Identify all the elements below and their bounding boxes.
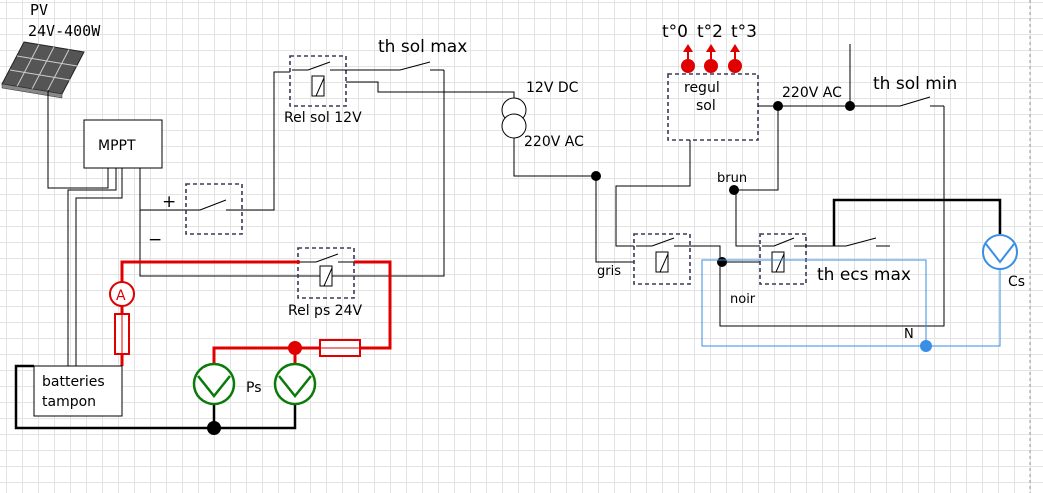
junction-dot: [717, 257, 727, 267]
relay-icon: [292, 61, 346, 97]
pump-icon: [982, 234, 1018, 270]
regul-label-1: regul: [684, 80, 720, 96]
relsol-to-transformer-wire: [346, 81, 515, 98]
junction-dot: [207, 421, 221, 435]
temp2-label: t°2: [697, 22, 723, 42]
brun-label: brun: [717, 171, 747, 186]
pump-icon: [273, 362, 317, 406]
relay-icon: [636, 237, 690, 273]
ac-220v-regul-label: 220V AC: [782, 85, 842, 101]
relay-icon: [762, 237, 806, 273]
junction-dot: [729, 185, 739, 195]
switch-icon: [845, 237, 890, 247]
neutral-junction: [920, 340, 932, 352]
red-loop-bottom: [212, 346, 320, 364]
temperature-sensor-icon: [681, 44, 695, 73]
th-sol-max-return: [300, 70, 445, 277]
solar-panel-icon: [1, 41, 85, 99]
relay-icon: [300, 253, 354, 287]
diagram-canvas: PV 24V-400W MPPT + − Rel sol 12V th sol …: [0, 0, 1043, 493]
ac-220v-transformer-label: 220V AC: [524, 134, 584, 150]
minus-rail: [139, 210, 300, 277]
pv-rating: 24V-400W: [28, 22, 101, 40]
switch-icon: [188, 199, 244, 211]
batteries-label-2: tampon: [42, 394, 96, 410]
red-loop-top: [120, 260, 300, 282]
regul-label-2: sol: [696, 98, 716, 114]
fuse-icon: [114, 313, 130, 355]
th-sol-max-label: th sol max: [378, 37, 467, 57]
pv-title: PV: [30, 1, 48, 19]
junction-dot: [845, 101, 855, 111]
gris-wire: [595, 176, 634, 263]
cs-label: Cs: [1008, 274, 1025, 290]
cs-feed-wire: [832, 198, 1002, 246]
gris-label: gris: [597, 264, 621, 279]
switch-icon: [899, 96, 944, 107]
batteries-label-1: batteries: [42, 374, 105, 390]
rel-ps-label: Rel ps 24V: [288, 303, 362, 319]
temperature-sensor-icon: [728, 44, 742, 73]
regul-to-gris-relay: [615, 140, 691, 247]
th-ecs-max-label: th ecs max: [817, 265, 911, 285]
pump-icon: [192, 362, 236, 406]
pump-return-wire: [212, 404, 297, 430]
switch-icon: [399, 61, 444, 71]
neutral-label: N: [904, 327, 914, 342]
temperature-sensor-icon: [704, 44, 718, 73]
mppt-switch-box: [185, 183, 243, 235]
ps-label: Ps: [246, 380, 262, 396]
dc-12v-label: 12V DC: [526, 80, 579, 96]
plus-label: +: [162, 192, 176, 212]
th-sol-min-label: th sol min: [873, 74, 957, 94]
ammeter-label: A: [116, 288, 126, 304]
switch-to-relsol-wire: [244, 71, 290, 211]
rel-sol-label: Rel sol 12V: [284, 110, 362, 126]
fuse-icon: [319, 339, 361, 357]
temp3-label: t°3: [731, 22, 757, 42]
minus-label: −: [148, 230, 162, 250]
mppt-label: MPPT: [98, 138, 136, 154]
noir-label: noir: [730, 292, 756, 307]
transformer-icon: [501, 97, 527, 139]
circuit-diagram: PV 24V-400W MPPT + − Rel sol 12V th sol …: [1, 0, 1031, 493]
temp0-label: t°0: [662, 22, 688, 42]
